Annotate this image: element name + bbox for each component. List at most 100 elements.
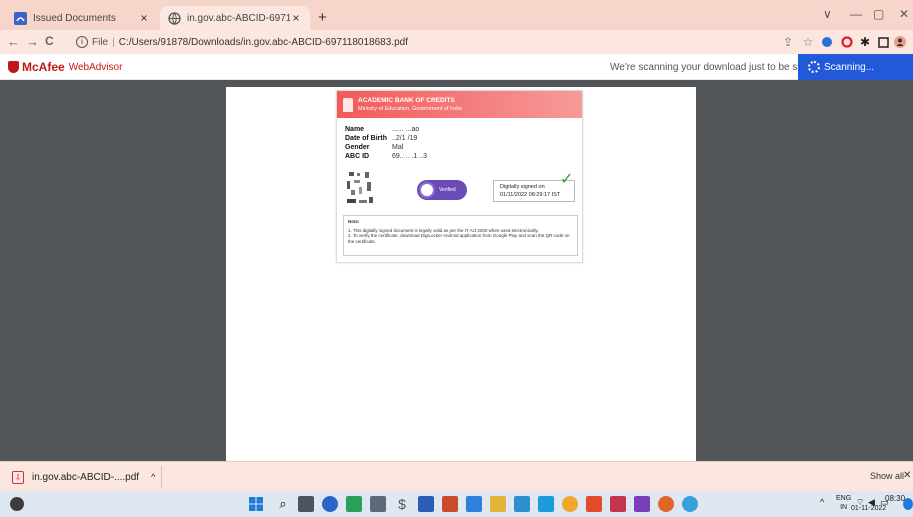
clock-time: 08:30	[885, 494, 906, 503]
region-code: IN	[840, 504, 848, 511]
field-row-abc-id: ABC ID 69.. .. .1 ..3	[345, 153, 427, 162]
field-label: Name	[345, 126, 365, 133]
extensions-puzzle-icon[interactable]: ✱	[858, 35, 872, 49]
chat-icon[interactable]	[322, 496, 338, 512]
profile-avatar-icon[interactable]	[893, 35, 907, 49]
file-explorer-icon[interactable]	[490, 496, 506, 512]
tray-overflow-chevron-icon[interactable]: ^	[820, 497, 824, 507]
download-filename: in.gov.abc-ABCID-....pdf	[32, 471, 140, 483]
mcafee-brand: McAfee	[22, 60, 65, 74]
task-view-icon[interactable]	[298, 496, 314, 512]
taskbar-date: 01-11-2022	[851, 505, 887, 512]
excel-icon[interactable]	[346, 496, 362, 512]
opera-icon[interactable]	[682, 496, 698, 512]
url-separator: |	[112, 36, 115, 48]
back-button[interactable]: ←	[7, 34, 20, 49]
tab-search-chevron-icon[interactable]: ∨	[823, 7, 832, 21]
mcafee-message: We're scanning your download just to be …	[610, 62, 815, 73]
extension-icon[interactable]	[820, 35, 834, 49]
field-row-name: Name ...... ...ao	[345, 126, 427, 135]
restore-button[interactable]: ▢	[873, 7, 884, 21]
chrome-icon[interactable]	[562, 496, 578, 512]
mcafee-product: WebAdvisor	[68, 61, 123, 73]
address-bar[interactable]: i File | C:/Users/91878/Downloads/in.gov…	[66, 33, 796, 51]
digilocker-logo-icon	[419, 182, 435, 198]
field-label: ABC ID	[345, 153, 370, 160]
show-all-button[interactable]: Show all	[870, 471, 904, 481]
verified-label: Verified	[439, 187, 456, 193]
filezilla-icon[interactable]	[610, 496, 626, 512]
field-value: ...... ...ao	[392, 126, 420, 133]
forward-button[interactable]: →	[26, 34, 39, 49]
scanning-label: Scanning...	[824, 61, 875, 73]
browser-toolbar: ← → C i File | C:/Users/91878/Downloads/…	[0, 30, 913, 54]
reload-button[interactable]: C	[45, 34, 54, 48]
url-text: C:/Users/91878/Downloads/in.gov.abc-ABCI…	[118, 36, 408, 48]
pdf-viewer[interactable]: ACADEMIC BANK OF CREDITS Ministry of Edu…	[0, 80, 913, 461]
language-indicator[interactable]: ENG IN	[836, 494, 851, 512]
calculator-icon[interactable]	[370, 496, 386, 512]
window-close-button[interactable]: ✕	[899, 7, 909, 21]
search-icon[interactable]: ⌕	[275, 496, 291, 512]
tab-title: in.gov.abc-ABCID-697118018683	[187, 12, 290, 24]
certificate-title: ACADEMIC BANK OF CREDITS	[358, 96, 455, 104]
widgets-icon[interactable]	[10, 497, 24, 511]
mcafee-shield-icon	[8, 61, 19, 73]
national-emblem-icon	[343, 97, 353, 112]
word-icon[interactable]	[418, 496, 434, 512]
certificate-header: ACADEMIC BANK OF CREDITS Ministry of Edu…	[337, 91, 582, 118]
bookmark-star-icon[interactable]: ☆	[801, 35, 815, 49]
mcafee-webadvisor-bar: McAfee WebAdvisor We're scanning your do…	[0, 54, 913, 80]
start-button-icon[interactable]	[248, 496, 264, 512]
reading-mode-icon[interactable]	[876, 35, 890, 49]
new-tab-button[interactable]: +	[318, 9, 327, 26]
firefox-icon[interactable]	[658, 496, 674, 512]
field-row-dob: Date of Birth ..2/1 /19	[345, 135, 427, 144]
download-bar-close-button[interactable]: ✕	[903, 470, 911, 481]
digilocker-favicon-icon	[14, 11, 27, 25]
site-info-icon[interactable]: i	[76, 36, 88, 48]
language-code: ENG	[836, 495, 852, 502]
field-label: Date of Birth	[345, 135, 387, 142]
taskbar-clock[interactable]: 08:30	[885, 494, 905, 504]
verified-badge: Verified	[417, 180, 467, 200]
sign-timestamp: 01/11/2022 08:29:17 IST	[500, 192, 561, 198]
certificate-subtitle: Ministry of Education, Government of Ind…	[358, 105, 462, 112]
qr-code-icon	[345, 170, 375, 208]
money-icon[interactable]: $	[394, 496, 410, 512]
onenote-icon[interactable]	[634, 496, 650, 512]
field-value: 69.. .. .1 ..3	[392, 153, 428, 160]
certificate-fields: Name ...... ...ao Date of Birth ..2/1 /1…	[345, 126, 427, 162]
tab-close-icon[interactable]: ×	[290, 11, 302, 25]
tab-abc-pdf[interactable]: in.gov.abc-ABCID-697118018683 ×	[160, 6, 310, 30]
photos-icon[interactable]	[514, 496, 530, 512]
windows-taskbar: ⌕ $ ^ ENG IN ⌔ ◀ ▭ 08:30	[0, 491, 913, 517]
minimize-button[interactable]: —	[850, 7, 862, 21]
field-value: Mal	[392, 144, 404, 151]
share-icon[interactable]: ⇪	[781, 35, 795, 49]
scanning-status-button[interactable]: Scanning...	[798, 54, 913, 80]
pdf-page: ACADEMIC BANK OF CREDITS Ministry of Edu…	[226, 87, 696, 461]
menu-kebab-icon[interactable]: ⋮	[908, 35, 913, 49]
tab-title: Issued Documents	[33, 12, 116, 24]
field-value: ..2/1 /19	[392, 135, 418, 142]
terminal-icon[interactable]	[466, 496, 482, 512]
note-title: Note:	[348, 219, 360, 224]
field-row-gender: Gender Mal	[345, 144, 427, 153]
spinner-icon	[808, 61, 820, 73]
opera-extension-icon[interactable]	[840, 35, 854, 49]
globe-icon	[168, 11, 181, 25]
download-item[interactable]: ⇩ in.gov.abc-ABCID-....pdf ^	[6, 466, 163, 488]
tab-issued-documents[interactable]: Issued Documents ×	[6, 6, 158, 30]
powerpoint-icon[interactable]	[442, 496, 458, 512]
note-line: 2. To verify the certificate, download D…	[348, 233, 570, 244]
download-options-chevron-icon[interactable]: ^	[151, 472, 155, 482]
store-icon[interactable]	[538, 496, 554, 512]
download-bar: ⇩ in.gov.abc-ABCID-....pdf ^ Show all ✕	[0, 461, 913, 491]
field-label: Gender	[345, 144, 370, 151]
tab-close-icon[interactable]: ×	[138, 11, 150, 25]
acrobat-icon[interactable]	[586, 496, 602, 512]
url-scheme: File	[92, 36, 109, 48]
signature-valid-check-icon: ✓	[560, 171, 574, 188]
notification-badge-icon[interactable]	[903, 498, 913, 510]
